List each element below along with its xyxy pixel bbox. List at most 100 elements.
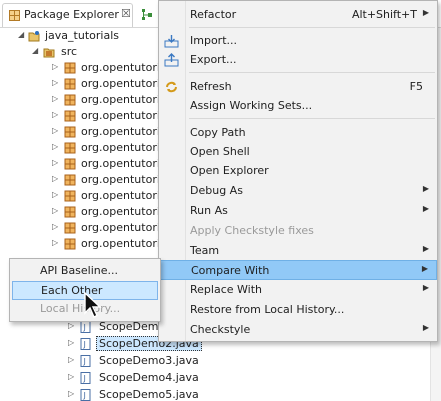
menu-item-refresh[interactable]: Refresh F5: [159, 77, 437, 97]
collapsed-arrow-icon[interactable]: ▷: [68, 321, 74, 330]
package-label: org.opentutorial: [81, 237, 170, 250]
menu-item-label: Apply Checkstyle fixes: [190, 224, 314, 237]
collapsed-arrow-icon[interactable]: ▷: [52, 110, 58, 119]
collapsed-arrow-icon[interactable]: ▷: [68, 355, 74, 364]
menu-item-label: Replace With: [190, 283, 262, 296]
package-label: org.opentutorial: [81, 157, 170, 170]
submenu-arrow-icon: ▶: [422, 204, 429, 213]
collapsed-arrow-icon[interactable]: ▷: [52, 206, 58, 215]
java-file-icon: J: [80, 372, 91, 384]
menu-item-import[interactable]: Import...: [159, 31, 437, 51]
menu-item-label: Import...: [190, 34, 237, 47]
file-label: ScopeDemo5.java: [99, 388, 199, 401]
submenu-arrow-icon: ▶: [421, 264, 428, 273]
menu-separator: [189, 27, 435, 28]
java-file-icon: J: [80, 321, 91, 333]
collapsed-arrow-icon[interactable]: ▷: [52, 62, 58, 71]
menu-item-export[interactable]: Export...: [159, 50, 437, 70]
collapsed-arrow-icon[interactable]: ▷: [52, 190, 58, 199]
package-label: org.opentutorial: [81, 93, 170, 106]
package-icon: [64, 222, 76, 234]
package-label: org.opentutorial: [81, 221, 170, 234]
menu-item-compare-with[interactable]: Compare With ▶: [159, 260, 437, 280]
package-icon: [64, 206, 76, 218]
package-icon: [64, 238, 76, 250]
java-file-icon: J: [80, 355, 91, 367]
package-icon: [64, 174, 76, 186]
link-with-editor-icon[interactable]: [140, 8, 154, 22]
expand-arrow-icon[interactable]: ◢: [32, 46, 38, 55]
package-icon: [64, 62, 76, 74]
menu-item-checkstyle[interactable]: Checkstyle ▶: [159, 320, 437, 340]
menu-item-label: Restore from Local History...: [190, 303, 345, 316]
package-icon: [64, 158, 76, 170]
submenu-arrow-icon: ▶: [422, 8, 429, 17]
package-label: org.opentutorial: [81, 173, 170, 186]
package-label: org.opentutorial: [81, 189, 170, 202]
collapsed-arrow-icon[interactable]: ▷: [52, 94, 58, 103]
source-folder-icon: [43, 48, 55, 58]
collapsed-arrow-icon[interactable]: ▷: [52, 78, 58, 87]
menu-separator: [189, 72, 435, 73]
menu-item-team[interactable]: Team ▶: [159, 241, 437, 261]
package-explorer-icon: [9, 10, 20, 21]
package-label: org.opentutorial: [81, 205, 170, 218]
expand-arrow-icon[interactable]: ◢: [18, 30, 24, 39]
menu-item-label: Open Shell: [190, 145, 250, 158]
menu-shortcut: Alt+Shift+T: [351, 8, 417, 21]
file-label: ScopeDemo4.java: [99, 371, 199, 384]
menu-item-refactor[interactable]: Refactor Alt+Shift+T ▶: [159, 5, 437, 25]
package-icon: [64, 94, 76, 106]
menu-item-label: Refactor: [190, 8, 237, 21]
menu-item-label: Refresh: [190, 80, 232, 93]
tab-title: Package Explorer: [24, 8, 119, 21]
submenu-arrow-icon: ▶: [422, 244, 429, 253]
menu-item-label: Compare With: [191, 264, 270, 277]
collapsed-arrow-icon[interactable]: ▷: [52, 174, 58, 183]
submenu-item-api-baseline[interactable]: API Baseline...: [12, 262, 158, 281]
menu-item-label: Export...: [190, 53, 237, 66]
submenu-item-label: API Baseline...: [40, 264, 119, 277]
menu-item-open-shell[interactable]: Open Shell: [159, 142, 437, 162]
menu-item-assign-working-sets[interactable]: Assign Working Sets...: [159, 96, 437, 116]
submenu-arrow-icon: ▶: [422, 283, 429, 292]
svg-text:J: J: [83, 391, 86, 400]
collapsed-arrow-icon[interactable]: ▷: [52, 238, 58, 247]
menu-item-label: Checkstyle: [190, 323, 251, 336]
collapsed-arrow-icon[interactable]: ▷: [52, 142, 58, 151]
close-view-icon[interactable]: ☒: [121, 7, 131, 20]
package-explorer-tab[interactable]: Package Explorer ☒: [2, 3, 133, 27]
package-icon: [64, 142, 76, 154]
menu-item-replace-with[interactable]: Replace With ▶: [159, 280, 437, 300]
project-label: java_tutorials: [45, 29, 119, 42]
package-icon: [64, 78, 76, 90]
svg-text:J: J: [83, 340, 86, 349]
java-file-icon: J: [80, 389, 91, 401]
submenu-arrow-icon: ▶: [422, 323, 429, 332]
svg-text:J: J: [83, 323, 86, 332]
svg-text:J: J: [83, 374, 86, 383]
package-label: org.opentutorial: [81, 141, 170, 154]
java-file-icon: J: [80, 338, 91, 350]
collapsed-arrow-icon[interactable]: ▷: [68, 338, 74, 347]
package-icon: [64, 190, 76, 202]
menu-item-run-as[interactable]: Run As ▶: [159, 201, 437, 221]
menu-item-debug-as[interactable]: Debug As ▶: [159, 181, 437, 201]
collapsed-arrow-icon[interactable]: ▷: [68, 372, 74, 381]
menu-item-label: Run As: [190, 204, 228, 217]
menu-item-copy-path[interactable]: Copy Path: [159, 123, 437, 143]
collapsed-arrow-icon[interactable]: ▷: [52, 126, 58, 135]
package-icon: [64, 126, 76, 138]
package-label: org.opentutorial: [81, 125, 170, 138]
menu-item-open-explorer[interactable]: Open Explorer: [159, 161, 437, 181]
menu-shortcut: F5: [409, 80, 423, 93]
collapsed-arrow-icon[interactable]: ▷: [68, 389, 74, 398]
menu-item-label: Debug As: [190, 184, 243, 197]
package-label: org.opentutorial: [81, 61, 170, 74]
refresh-icon: [166, 81, 177, 93]
collapsed-arrow-icon[interactable]: ▷: [52, 222, 58, 231]
menu-item-restore-from-local-history[interactable]: Restore from Local History...: [159, 300, 437, 320]
submenu-item-label: Local History...: [40, 302, 121, 315]
menu-item-label: Copy Path: [190, 126, 246, 139]
collapsed-arrow-icon[interactable]: ▷: [52, 158, 58, 167]
